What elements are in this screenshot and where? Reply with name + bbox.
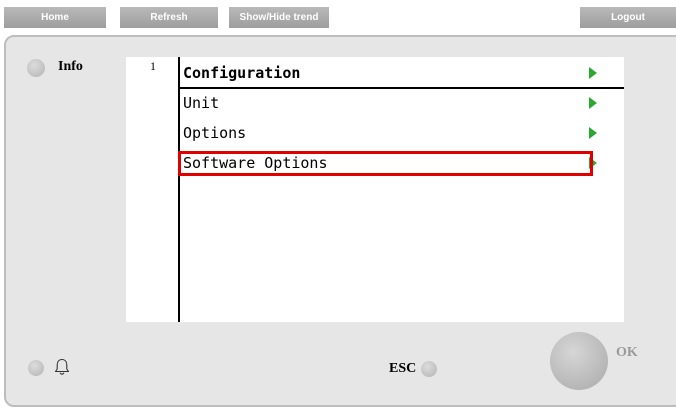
menu-item-unit[interactable]: Unit <box>183 91 603 115</box>
ok-knob[interactable] <box>550 332 608 390</box>
menu-item-software-options[interactable]: Software Options <box>183 151 603 175</box>
menu-item-label: Unit <box>183 94 220 112</box>
info-label: Info <box>58 59 83 74</box>
menu-item-label: Software Options <box>183 154 328 172</box>
esc-button[interactable] <box>421 361 437 377</box>
menu-item-options[interactable]: Options <box>183 121 603 145</box>
play-arrow-icon <box>589 97 597 109</box>
lcd-display: 1 Configuration Unit Options Software Op… <box>126 57 624 322</box>
play-arrow-icon <box>589 127 597 139</box>
display-divider-vertical <box>178 57 180 322</box>
home-button[interactable]: Home <box>4 7 106 28</box>
menu-title-label: Configuration <box>183 64 301 82</box>
bell-icon <box>54 358 70 375</box>
play-arrow-icon <box>589 157 597 169</box>
menu-title-configuration[interactable]: Configuration <box>183 61 603 85</box>
menu-level-number: 1 <box>150 59 156 73</box>
play-arrow-icon <box>589 67 597 79</box>
refresh-button[interactable]: Refresh <box>120 7 218 28</box>
display-divider-horizontal <box>178 87 624 89</box>
info-button[interactable] <box>27 59 45 77</box>
show-hide-trend-button[interactable]: Show/Hide trend <box>229 7 329 28</box>
menu-item-label: Options <box>183 124 247 142</box>
alarm-button[interactable] <box>28 360 44 376</box>
logout-button[interactable]: Logout <box>580 7 676 28</box>
esc-label: ESC <box>389 361 417 376</box>
ok-label: OK <box>616 345 638 360</box>
